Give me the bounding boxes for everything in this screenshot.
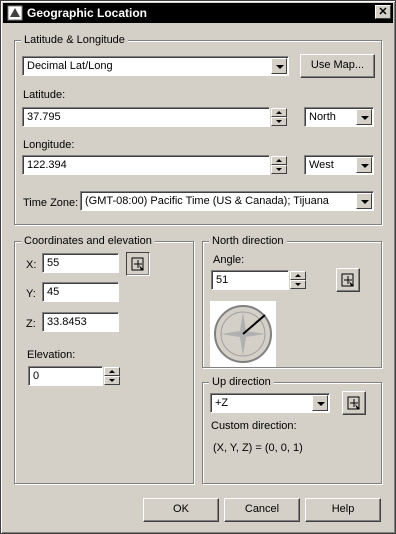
angle-label: Angle:	[213, 254, 245, 266]
chevron-down-icon[interactable]	[356, 157, 372, 173]
coordinates-group-label: Coordinates and elevation	[21, 235, 155, 247]
north-direction-group-label: North direction	[209, 235, 287, 247]
spin-down-icon[interactable]	[271, 117, 287, 126]
geographic-location-dialog: Geographic Location ✕ Latitude & Longitu…	[0, 0, 396, 534]
coordinates-group: Coordinates and elevation	[14, 235, 194, 484]
pick-up-direction-button[interactable]	[342, 391, 366, 415]
chevron-down-icon[interactable]	[312, 395, 328, 411]
latitude-direction-select[interactable]: North	[304, 107, 374, 127]
up-direction-group-label: Up direction	[209, 376, 274, 388]
spin-down-icon[interactable]	[290, 280, 306, 289]
timezone-select[interactable]: (GMT-08:00) Pacific Time (US & Canada); …	[80, 191, 374, 211]
x-field[interactable]: 55	[42, 253, 119, 273]
spin-up-icon[interactable]	[271, 156, 287, 165]
longitude-spinner[interactable]	[271, 156, 287, 174]
title-bar[interactable]: Geographic Location ✕	[3, 3, 393, 23]
pick-point-button[interactable]	[126, 252, 150, 276]
angle-spinner[interactable]	[290, 271, 306, 289]
latitude-label: Latitude:	[23, 89, 66, 101]
latlong-group-label: Latitude & Longitude	[21, 34, 128, 46]
app-icon	[7, 5, 23, 21]
elevation-spinner[interactable]	[104, 367, 120, 385]
latitude-field[interactable]: 37.795	[22, 107, 270, 127]
x-label: X:	[26, 259, 37, 271]
use-map-button[interactable]: Use Map...	[300, 54, 375, 78]
coordinate-format-value: Decimal Lat/Long	[27, 60, 113, 72]
window-title: Geographic Location	[27, 6, 148, 20]
timezone-value: (GMT-08:00) Pacific Time (US & Canada); …	[85, 195, 329, 207]
pick-point-icon	[131, 257, 144, 271]
angle-field[interactable]: 51	[211, 270, 289, 290]
timezone-label: Time Zone:	[23, 197, 79, 209]
spin-up-icon[interactable]	[104, 367, 120, 376]
cancel-button[interactable]: Cancel	[224, 498, 300, 522]
pick-angle-button[interactable]	[336, 268, 360, 292]
longitude-label: Longitude:	[23, 139, 75, 151]
z-field[interactable]: 33.8453	[42, 312, 119, 332]
up-direction-select[interactable]: +Z	[210, 393, 330, 413]
ok-button[interactable]: OK	[143, 498, 219, 522]
custom-direction-value: (X, Y, Z) = (0, 0, 1)	[213, 442, 303, 454]
longitude-field[interactable]: 122.394	[22, 155, 270, 175]
y-field[interactable]: 45	[42, 282, 119, 302]
spin-up-icon[interactable]	[271, 108, 287, 117]
close-button[interactable]: ✕	[375, 5, 391, 19]
compass-icon[interactable]	[210, 301, 276, 367]
spin-down-icon[interactable]	[271, 165, 287, 174]
y-label: Y:	[26, 288, 36, 300]
custom-direction-label: Custom direction:	[211, 420, 297, 432]
latitude-spinner[interactable]	[271, 108, 287, 126]
elevation-label: Elevation:	[27, 349, 76, 361]
spin-down-icon[interactable]	[104, 376, 120, 385]
help-button[interactable]: Help	[305, 498, 381, 522]
elevation-field[interactable]: 0	[28, 366, 103, 386]
spin-up-icon[interactable]	[290, 271, 306, 280]
chevron-down-icon[interactable]	[271, 58, 287, 74]
pick-point-icon	[341, 273, 354, 287]
longitude-direction-value: West	[309, 159, 334, 171]
coordinate-format-select[interactable]: Decimal Lat/Long	[22, 56, 289, 76]
longitude-direction-select[interactable]: West	[304, 155, 374, 175]
up-direction-value: +Z	[215, 397, 229, 409]
z-label: Z:	[26, 318, 36, 330]
chevron-down-icon[interactable]	[356, 193, 372, 209]
chevron-down-icon[interactable]	[356, 109, 372, 125]
latitude-direction-value: North	[309, 111, 336, 123]
pick-point-icon	[347, 396, 360, 410]
